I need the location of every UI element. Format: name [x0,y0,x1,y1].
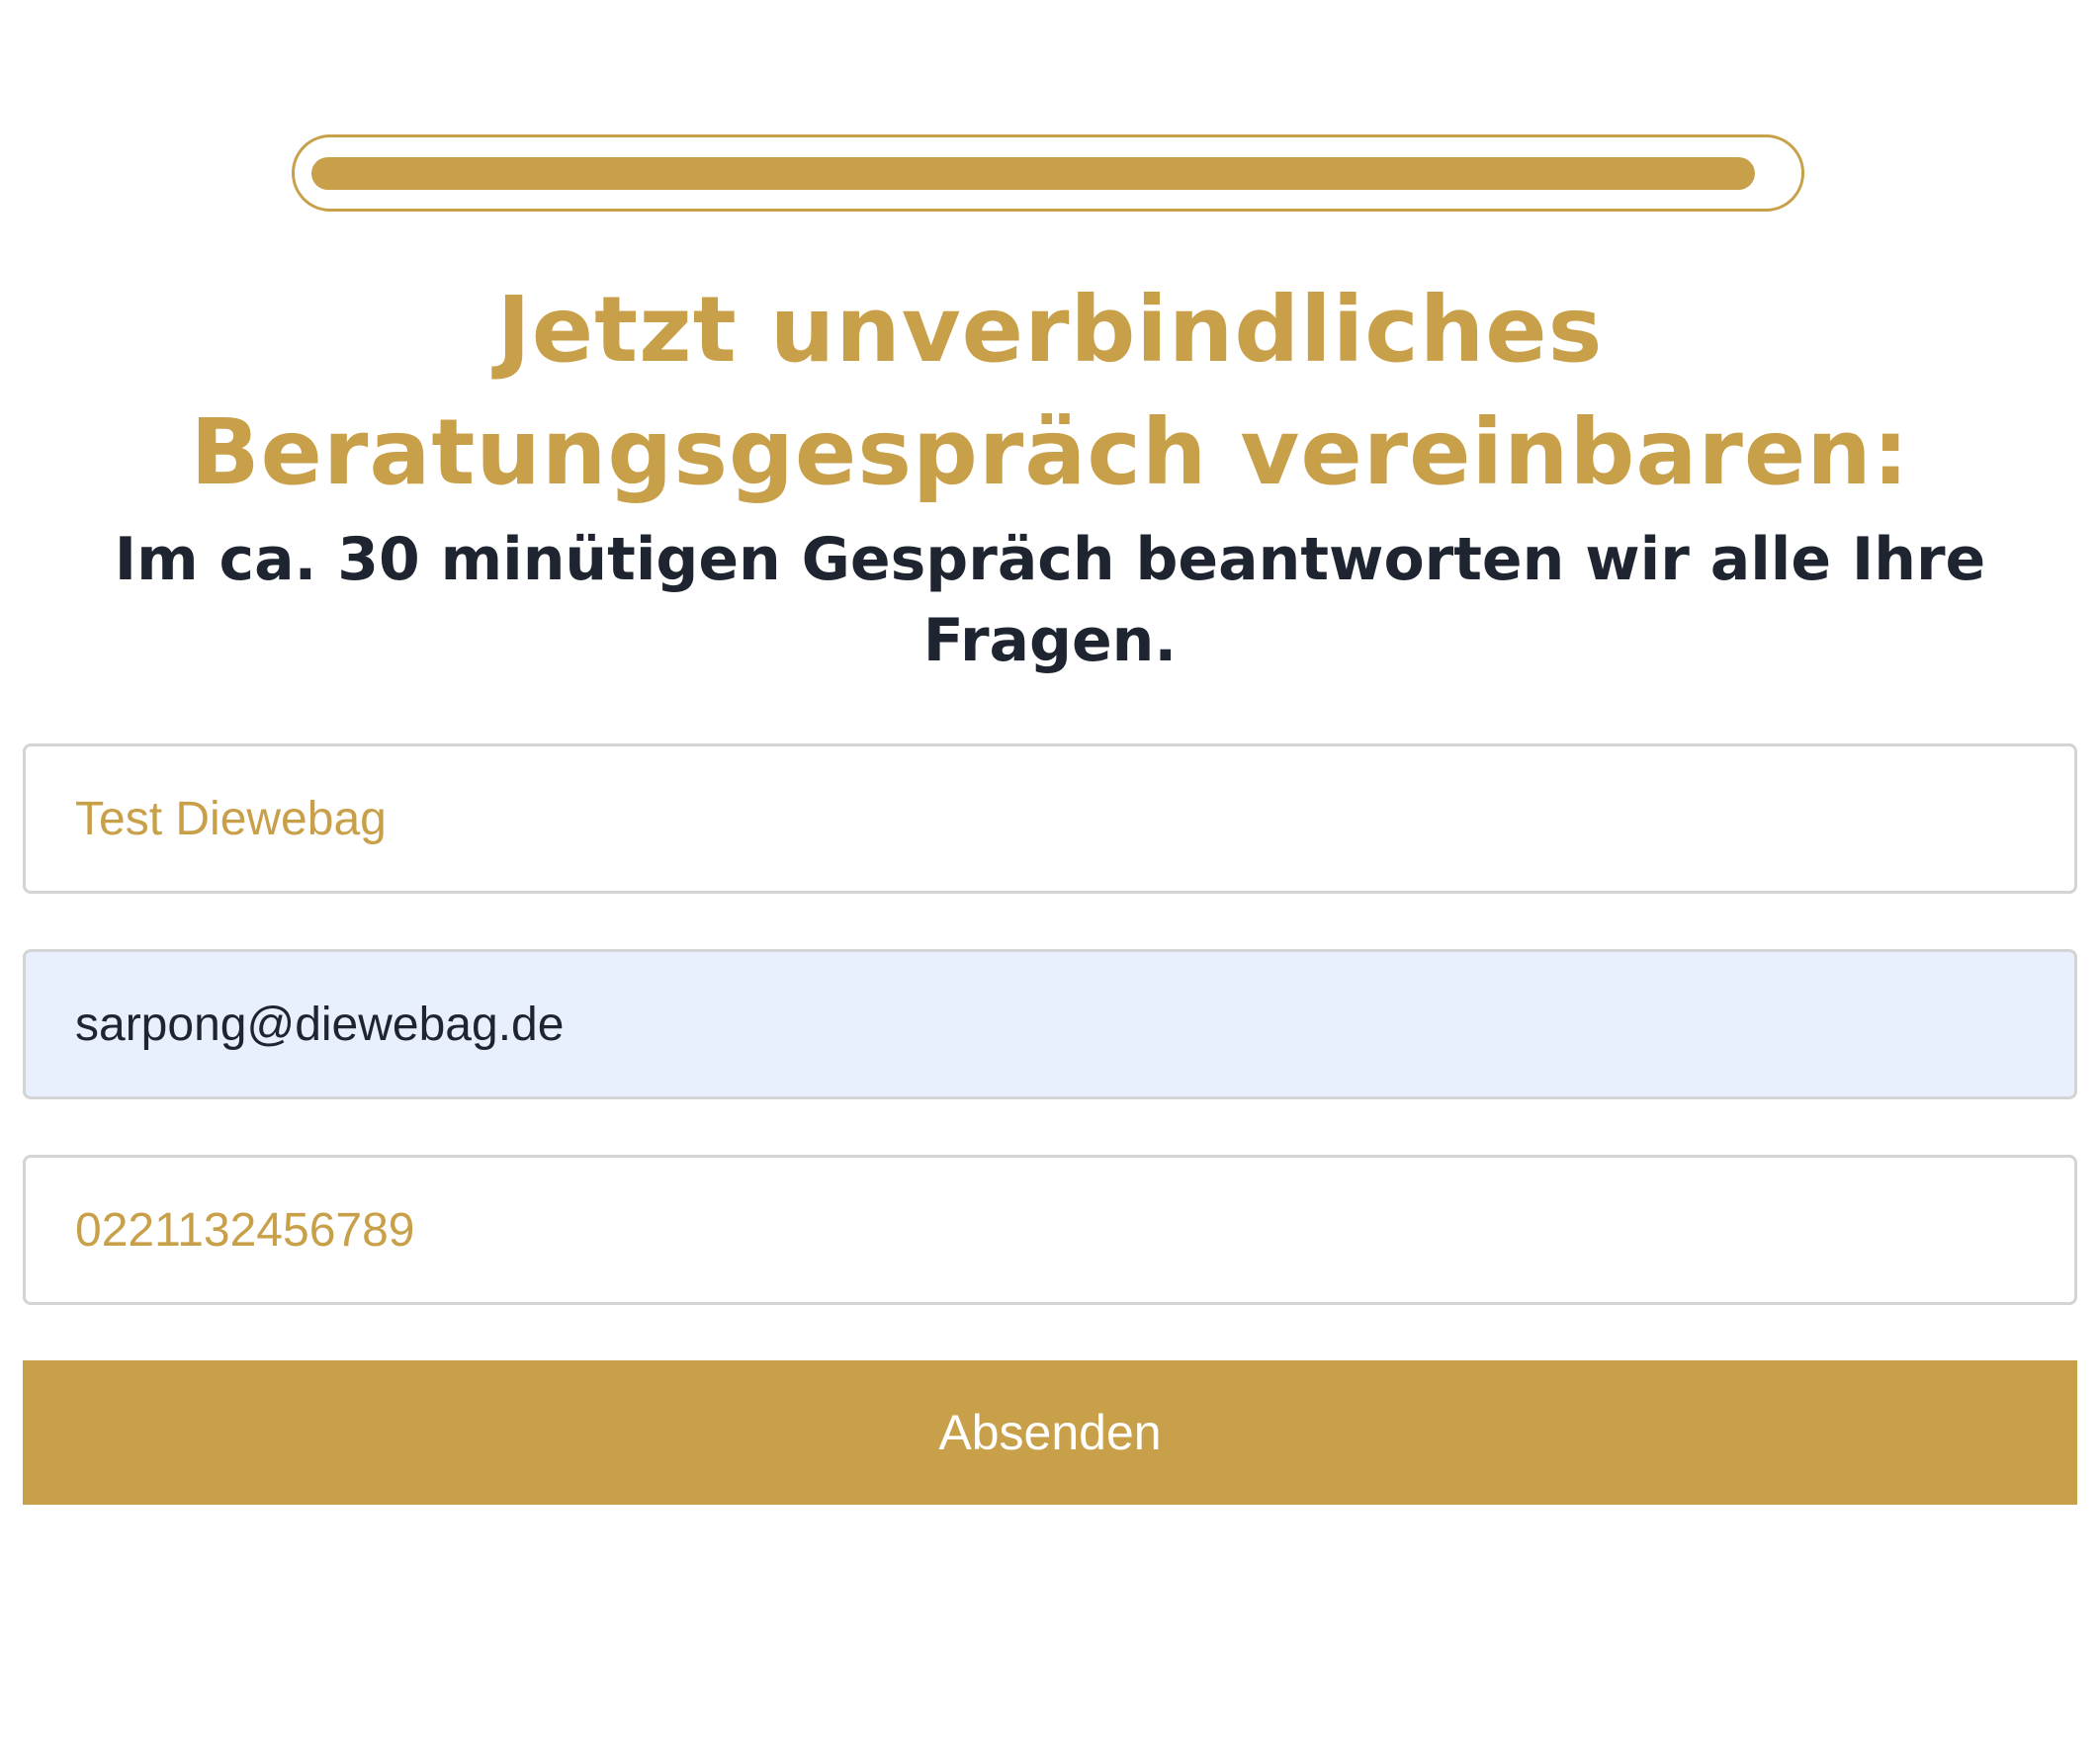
progress-bar [292,134,1804,212]
submit-button[interactable]: Absenden [23,1360,2077,1505]
page-subtitle: Im ca. 30 minütigen Gespräch beantworten… [0,519,2100,681]
email-input[interactable] [23,949,2077,1099]
name-input[interactable] [23,743,2077,894]
page-subtitle-line-1: Im ca. 30 minütigen Gespräch beantworten… [114,525,1986,594]
booking-form-page: Jetzt unverbindliches Beratungsgespräch … [0,0,2100,1742]
page-title-line-1: Jetzt unverbindliches [496,277,1604,383]
page-title-line-2: Beratungsgespräch vereinbaren: [190,399,1910,505]
page-subtitle-line-2: Fragen. [922,606,1178,675]
progress-bar-fill [311,157,1755,190]
page-title: Jetzt unverbindliches Beratungsgespräch … [0,269,2100,514]
phone-input[interactable] [23,1155,2077,1305]
